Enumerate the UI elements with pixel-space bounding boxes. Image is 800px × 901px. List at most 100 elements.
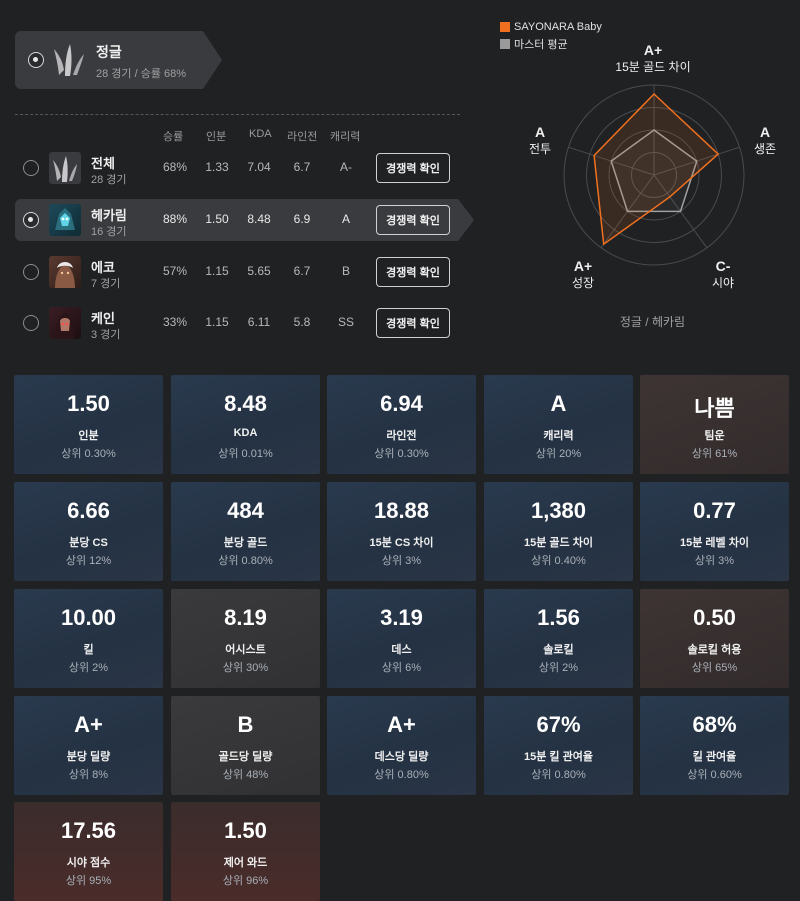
champion-games: 3 경기 xyxy=(91,329,121,341)
role-radio[interactable] xyxy=(28,52,44,68)
stat-label: 인분 xyxy=(78,430,99,442)
competitiveness-button[interactable]: 경쟁력 확인 xyxy=(376,153,450,183)
stat-label: 어시스트 xyxy=(225,644,266,656)
champion-row-ekko[interactable]: 에코 7 경기 57% 1.15 5.65 6.7 B 경쟁력 확인 xyxy=(15,251,460,293)
stat-percentile: 상위 0.30% xyxy=(61,448,116,460)
axis-grade: A xyxy=(534,124,546,140)
stat-card: 68% 킬 관여율 상위 0.60% xyxy=(640,696,789,795)
stat-card: 6.94 라인전 상위 0.30% xyxy=(327,375,476,474)
legend-label-player: SAYONARA Baby xyxy=(514,21,602,33)
champion-row-all[interactable]: 전체 28 경기 68% 1.33 7.04 6.7 A- 경쟁력 확인 xyxy=(15,147,460,189)
legend-swatch-average xyxy=(500,39,510,49)
axis-label: 15분 골드 차이 xyxy=(615,60,691,74)
stat-label: 분당 딜량 xyxy=(66,751,111,763)
stat-card: 0.50 솔로킬 허용 상위 65% xyxy=(640,589,789,688)
axis-label: 전투 xyxy=(528,142,552,156)
stat-card: 1,380 15분 골드 차이상위 0.40% xyxy=(484,482,633,581)
radar-axis-survival: A 생존 xyxy=(740,124,790,157)
stat-label: 15분 CS 차이 xyxy=(369,537,434,549)
cell-lane: 5.8 xyxy=(293,315,311,329)
role-subtitle: 28 경기 / 승률 68% xyxy=(96,68,187,80)
stat-label: 분당 골드 xyxy=(223,537,268,549)
stat-value: 18.88 xyxy=(373,498,430,523)
stat-value: A xyxy=(550,391,567,416)
row-radio[interactable] xyxy=(23,264,39,280)
stat-value: 6.66 xyxy=(67,498,110,523)
champion-games: 28 경기 xyxy=(91,174,127,186)
stat-card: A 캐리력 상위 20% xyxy=(484,375,633,474)
radar-axis-combat: A 전투 xyxy=(515,124,565,157)
stat-label: 시야 점수 xyxy=(66,857,111,869)
row-radio[interactable] xyxy=(23,212,39,228)
cell-carry: SS xyxy=(337,315,354,329)
stat-card: 67% 15분 킬 관여율 상위 0.80% xyxy=(484,696,633,795)
header-carry: 캐리력 xyxy=(330,131,361,143)
axis-label: 시야 xyxy=(711,276,735,290)
stat-percentile: 상위 0.40% xyxy=(531,555,586,567)
header-kda: KDA xyxy=(249,128,272,140)
header-lane: 라인전 xyxy=(287,131,318,143)
stat-value: 1,380 xyxy=(530,498,587,523)
stat-percentile: 상위 3% xyxy=(381,555,422,567)
stat-card: 17.56 시야 점수 상위 95% xyxy=(14,802,163,901)
stat-label: 킬 xyxy=(83,644,94,656)
stat-card: 8.48 KDA 상위 0.01% xyxy=(171,375,320,474)
stat-percentile: 상위 0.60% xyxy=(687,769,742,781)
stat-percentile: 상위 8% xyxy=(68,769,109,781)
stat-percentile: 상위 96% xyxy=(222,875,269,887)
stat-card: 6.66 분당 CS 상위 12% xyxy=(14,482,163,581)
stat-value: 8.19 xyxy=(224,605,267,630)
champion-row-kayn[interactable]: 케인 3 경기 33% 1.15 6.11 5.8 SS 경쟁력 확인 xyxy=(15,302,460,344)
competitiveness-button[interactable]: 경쟁력 확인 xyxy=(376,308,450,338)
axis-grade: A+ xyxy=(573,258,593,274)
stat-label: 분당 CS xyxy=(69,537,108,549)
stat-card: 1.50 인분 상위 0.30% xyxy=(14,375,163,474)
stat-value: 1.56 xyxy=(537,605,580,630)
role-selector[interactable]: 정글 28 경기 / 승률 68% xyxy=(15,31,222,89)
stat-label: 라인전 xyxy=(386,430,417,442)
stat-percentile: 상위 0.80% xyxy=(218,555,273,567)
axis-grade: C- xyxy=(715,258,731,274)
stat-card: 3.19 데스 상위 6% xyxy=(327,589,476,688)
kayn-portrait xyxy=(49,307,81,339)
stat-percentile: 상위 0.01% xyxy=(218,448,273,460)
cell-carry: B xyxy=(341,264,350,278)
jungle-claw-icon xyxy=(49,152,81,184)
stat-value: A+ xyxy=(74,712,103,737)
champion-games: 16 경기 xyxy=(91,226,127,238)
cell-lane: 6.7 xyxy=(293,264,311,278)
role-title: 정글 xyxy=(96,44,122,60)
stat-label: 팀운 xyxy=(704,430,725,442)
row-radio[interactable] xyxy=(23,315,39,331)
stat-label: 제어 와드 xyxy=(223,857,268,869)
competitiveness-button[interactable]: 경쟁력 확인 xyxy=(376,205,450,235)
jungle-claw-icon xyxy=(54,44,84,76)
stat-label: 15분 킬 관여율 xyxy=(524,751,593,763)
competitiveness-button[interactable]: 경쟁력 확인 xyxy=(376,257,450,287)
divider xyxy=(15,114,460,115)
champion-name: 헤카림 xyxy=(91,208,127,223)
stat-label: KDA xyxy=(233,427,258,439)
stat-label: 15분 골드 차이 xyxy=(524,537,593,549)
cell-carry: A xyxy=(341,212,350,226)
player-polygon xyxy=(593,92,720,246)
stat-percentile: 상위 20% xyxy=(535,448,582,460)
stat-value: 17.56 xyxy=(60,818,117,843)
stat-label: 데스 xyxy=(391,644,412,656)
row-radio[interactable] xyxy=(23,160,39,176)
stat-value: 1.50 xyxy=(224,818,267,843)
stat-card: 484 분당 골드상위 0.80% xyxy=(171,482,320,581)
axis-label: 성장 xyxy=(571,276,595,290)
champion-row-hecarim[interactable]: 헤카림 16 경기 88% 1.50 8.48 6.9 A 경쟁력 확인 xyxy=(15,199,474,241)
stat-label: 골드당 딜량 xyxy=(218,751,273,763)
stat-label: 솔로킬 허용 xyxy=(687,644,742,656)
stat-percentile: 상위 3% xyxy=(694,555,735,567)
stat-percentile: 상위 48% xyxy=(222,769,269,781)
axis-label: 생존 xyxy=(753,142,777,156)
radar-axis-gold-diff: A+ 15분 골드 차이 xyxy=(608,42,698,75)
stat-value: B xyxy=(237,712,254,737)
stat-value: 6.94 xyxy=(380,391,423,416)
stat-percentile: 상위 2% xyxy=(538,662,579,674)
stat-percentile: 상위 0.80% xyxy=(531,769,586,781)
stat-value: 484 xyxy=(227,498,264,523)
